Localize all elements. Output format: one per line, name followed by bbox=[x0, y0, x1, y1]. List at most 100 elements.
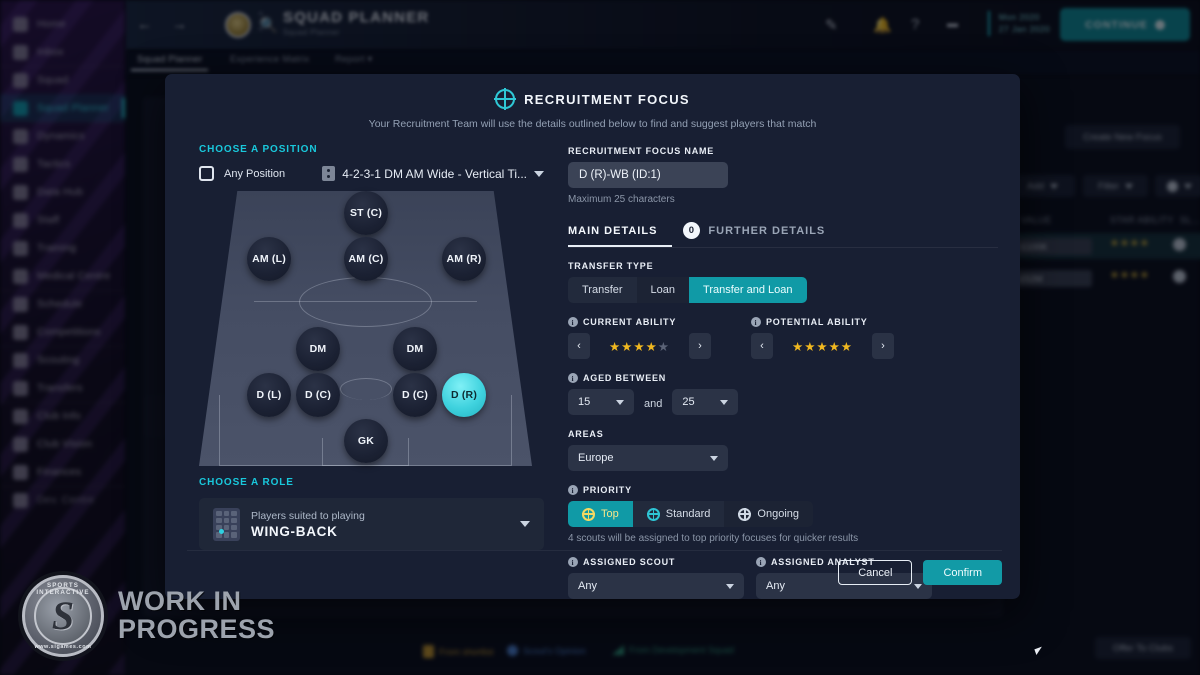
node-label: D (R) bbox=[451, 389, 477, 401]
potential-ability-prev[interactable]: ‹ bbox=[751, 333, 773, 359]
focus-name-input[interactable]: D (R)-WB (ID:1) bbox=[568, 162, 728, 188]
wip-line-1: WORK IN bbox=[118, 588, 275, 616]
role-pitch-icon bbox=[213, 508, 240, 541]
confirm-button[interactable]: Confirm bbox=[923, 560, 1002, 585]
info-icon[interactable]: i bbox=[751, 317, 761, 327]
pitch-node-d-r[interactable]: D (R) bbox=[442, 373, 486, 417]
pitch-node-am-l[interactable]: AM (L) bbox=[247, 237, 291, 281]
dialog-header: RECRUITMENT FOCUS Your Recruitment Team … bbox=[165, 74, 1020, 130]
aged-between-label: AGED BETWEEN bbox=[583, 373, 666, 383]
formation-icon bbox=[322, 166, 335, 181]
info-icon[interactable]: i bbox=[568, 557, 578, 567]
current-ability-next[interactable]: › bbox=[689, 333, 711, 359]
wip-text: WORK IN PROGRESS bbox=[118, 588, 275, 643]
info-icon[interactable]: i bbox=[568, 317, 578, 327]
priority-helper: 4 scouts will be assigned to top priorit… bbox=[568, 533, 998, 544]
centre-circle bbox=[299, 277, 432, 327]
transfer-type-label: TRANSFER TYPE bbox=[568, 261, 998, 271]
any-position-label: Any Position bbox=[224, 168, 285, 180]
transfer-type-option-loan[interactable]: Loan bbox=[637, 277, 689, 303]
transfer-type-option-transfer[interactable]: Transfer bbox=[568, 277, 637, 303]
assigned-scout-group: i ASSIGNED SCOUT Any bbox=[568, 557, 744, 599]
node-label: GK bbox=[358, 435, 374, 447]
tab-further-details[interactable]: 0 FURTHER DETAILS bbox=[683, 222, 825, 239]
assigned-scout-label-row: i ASSIGNED SCOUT bbox=[568, 557, 744, 567]
transfer-type-option-transfer-and-loan[interactable]: Transfer and Loan bbox=[689, 277, 806, 303]
current-ability-label-row: i CURRENT ABILITY bbox=[568, 317, 711, 327]
option-label: Transfer and Loan bbox=[703, 284, 792, 296]
footer-divider bbox=[187, 550, 1002, 551]
grid-cell bbox=[224, 532, 230, 537]
current-ability-label: CURRENT ABILITY bbox=[583, 317, 676, 327]
work-in-progress-watermark: SPORTS INTERACTIVE S www.sigames.com WOR… bbox=[22, 575, 275, 657]
cancel-button[interactable]: Cancel bbox=[838, 560, 912, 585]
age-min-select[interactable]: 15 bbox=[568, 389, 634, 415]
info-icon[interactable]: i bbox=[756, 557, 766, 567]
pitch-node-d-c-right[interactable]: D (C) bbox=[393, 373, 437, 417]
grid-cell bbox=[216, 511, 222, 516]
role-selector[interactable]: Players suited to playing WING-BACK bbox=[199, 498, 544, 550]
chevron-down-icon bbox=[520, 521, 530, 527]
info-icon[interactable]: i bbox=[568, 485, 578, 495]
node-label: AM (R) bbox=[446, 253, 481, 265]
confirm-label: Confirm bbox=[943, 567, 982, 579]
pitch-node-am-r[interactable]: AM (R) bbox=[442, 237, 486, 281]
age-max-select[interactable]: 25 bbox=[672, 389, 738, 415]
aged-between-and: and bbox=[644, 398, 662, 415]
formation-pitch[interactable]: ST (C) AM (L) AM (C) AM (R) DM DM D (L) … bbox=[199, 191, 532, 466]
chevron-down-icon bbox=[710, 456, 718, 461]
info-icon[interactable]: i bbox=[568, 373, 578, 383]
tab-main-details[interactable]: MAIN DETAILS bbox=[568, 225, 657, 237]
details-column: RECRUITMENT FOCUS NAME D (R)-WB (ID:1) M… bbox=[568, 144, 998, 599]
pitch-node-d-l[interactable]: D (L) bbox=[247, 373, 291, 417]
priority-option-ongoing[interactable]: Ongoing bbox=[724, 501, 813, 527]
age-min-value: 15 bbox=[578, 396, 590, 408]
any-position-checkbox[interactable] bbox=[199, 166, 214, 181]
priority-segmented: Top Standard Ongoing bbox=[568, 501, 813, 527]
pitch-node-gk[interactable]: GK bbox=[344, 419, 388, 463]
role-prefix: Players suited to playing bbox=[251, 510, 365, 522]
option-label: Standard bbox=[666, 508, 711, 520]
role-text: Players suited to playing WING-BACK bbox=[251, 510, 365, 539]
priority-option-top[interactable]: Top bbox=[568, 501, 633, 527]
assigned-scout-value: Any bbox=[578, 580, 597, 592]
option-label: Transfer bbox=[582, 284, 623, 296]
pitch-node-d-c-left[interactable]: D (C) bbox=[296, 373, 340, 417]
formation-selector[interactable]: 4-2-3-1 DM AM Wide - Vertical Ti... bbox=[322, 166, 544, 181]
dialog-title: RECRUITMENT FOCUS bbox=[524, 92, 690, 107]
node-label: ST (C) bbox=[350, 207, 382, 219]
potential-ability-stepper: ‹ ★★★★★ › bbox=[751, 333, 894, 359]
pitch-node-dm-right[interactable]: DM bbox=[393, 327, 437, 371]
priority-option-standard[interactable]: Standard bbox=[633, 501, 725, 527]
chevron-down-icon bbox=[534, 171, 544, 177]
stars-filled: ★★★★ bbox=[609, 340, 658, 354]
pitch-node-dm-left[interactable]: DM bbox=[296, 327, 340, 371]
current-ability-prev[interactable]: ‹ bbox=[568, 333, 590, 359]
logo-bottom-text: www.sigames.com bbox=[25, 644, 101, 650]
grid-cell bbox=[231, 511, 237, 516]
aged-between-row: 15 and 25 bbox=[568, 389, 998, 415]
grid-cell bbox=[231, 532, 237, 537]
stars-empty: ★ bbox=[658, 340, 670, 354]
recruitment-focus-dialog: RECRUITMENT FOCUS Your Recruitment Team … bbox=[165, 74, 1020, 599]
grid-cell bbox=[231, 518, 237, 523]
target-icon-teal bbox=[647, 508, 660, 521]
priority-label-row: i PRIORITY bbox=[568, 485, 998, 495]
transfer-type-segmented: Transfer Loan Transfer and Loan bbox=[568, 277, 807, 303]
position-column: CHOOSE A POSITION Any Position 4-2-3-1 D… bbox=[199, 144, 544, 599]
assigned-scout-select[interactable]: Any bbox=[568, 573, 744, 599]
areas-select[interactable]: Europe bbox=[568, 445, 728, 471]
focus-name-helper: Maximum 25 characters bbox=[568, 194, 998, 205]
pitch-node-st-c[interactable]: ST (C) bbox=[344, 191, 388, 235]
pitch-node-am-c[interactable]: AM (C) bbox=[344, 237, 388, 281]
further-details-badge: 0 bbox=[683, 222, 700, 239]
sports-interactive-logo: SPORTS INTERACTIVE S www.sigames.com bbox=[22, 575, 104, 657]
current-ability-stars: ★★★★★ bbox=[597, 339, 682, 354]
role-position-dot bbox=[219, 529, 224, 534]
potential-ability-label-row: i POTENTIAL ABILITY bbox=[751, 317, 894, 327]
focus-name-value: D (R)-WB (ID:1) bbox=[579, 169, 661, 181]
potential-ability-group: i POTENTIAL ABILITY ‹ ★★★★★ › bbox=[751, 317, 894, 359]
cancel-label: Cancel bbox=[858, 567, 892, 579]
potential-ability-next[interactable]: › bbox=[872, 333, 894, 359]
choose-role-label: CHOOSE A ROLE bbox=[199, 477, 544, 488]
